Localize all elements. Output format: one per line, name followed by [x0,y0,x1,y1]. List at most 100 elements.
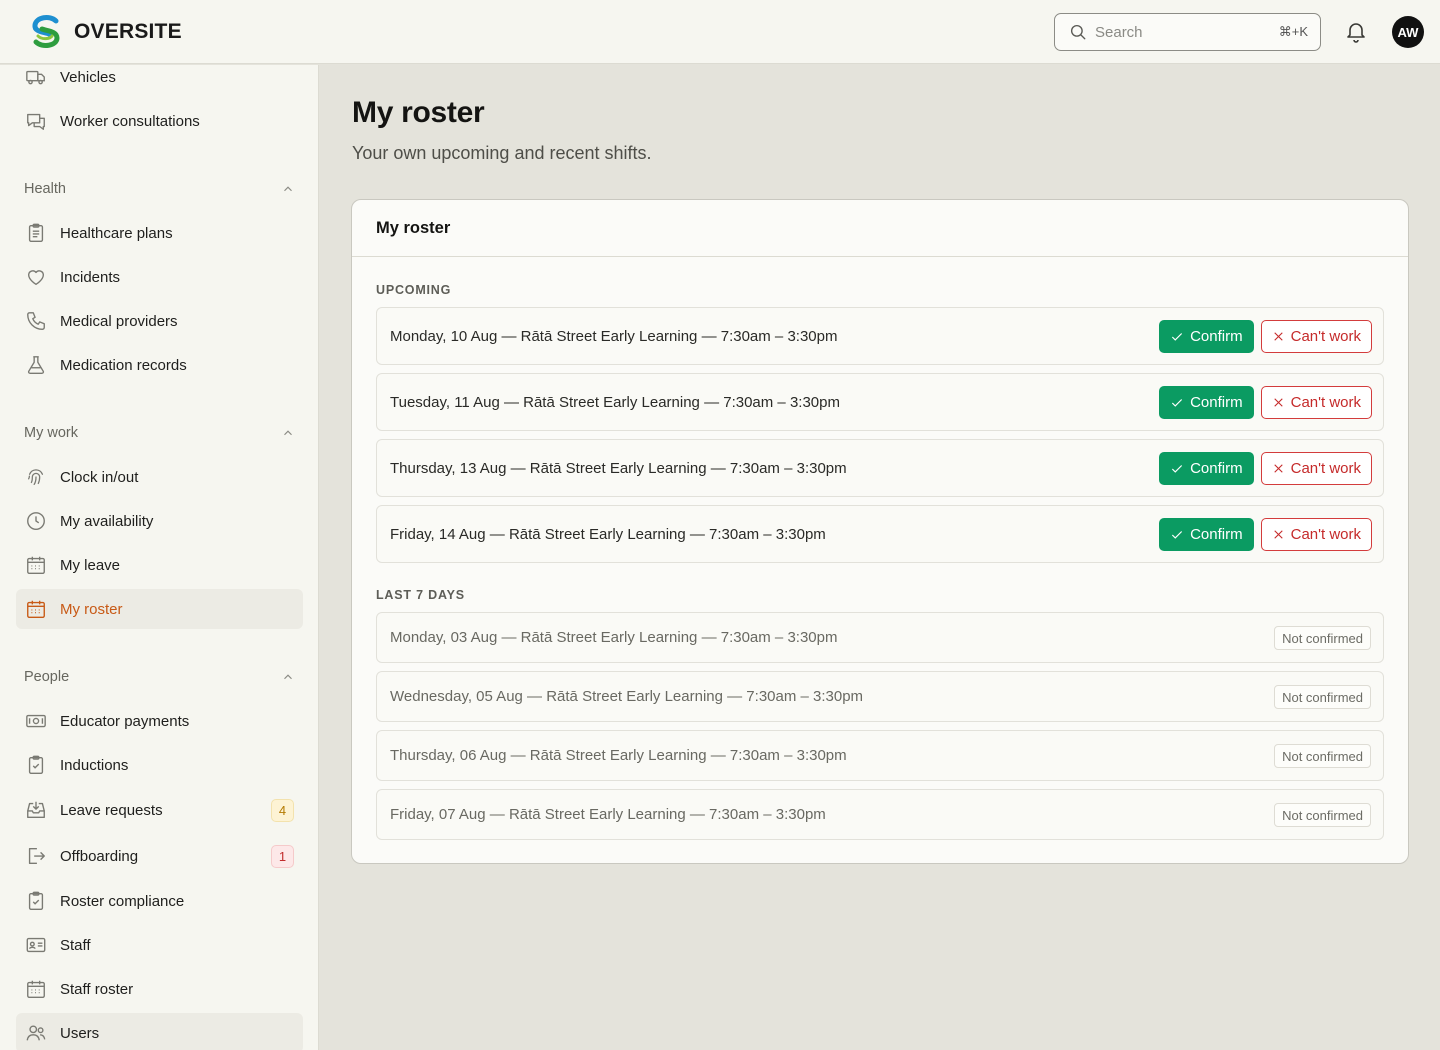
sidebar-item-medical-providers[interactable]: Medical providers [16,301,303,341]
sidebar-item-label: Roster compliance [60,892,185,910]
brand-name: OVERSITE [74,20,182,43]
upcoming-shift-row: Friday, 14 Aug — Rātā Street Early Learn… [376,505,1384,563]
sidebar-item-vehicles[interactable]: Vehicles [16,65,303,97]
sidebar-item-label: Incidents [60,268,121,286]
sidebar-item-label: Staff [60,936,91,954]
sidebar-section-my-work[interactable]: My work [24,421,295,445]
shift-actions: Confirm Can't work [1159,320,1372,353]
confirm-label: Confirm [1190,526,1243,543]
logout-icon [24,844,48,868]
id-card-icon [24,933,48,957]
sidebar-item-roster-compliance[interactable]: Roster compliance [16,881,303,921]
confirm-button[interactable]: Confirm [1159,386,1254,419]
sidebar-item-label: Inductions [60,756,129,774]
past-shift-row: Thursday, 06 Aug — Rātā Street Early Lea… [376,730,1384,781]
sidebar-item-label: Worker consultations [60,112,200,130]
sidebar-section-health[interactable]: Health [24,177,295,201]
chevron-up-icon [284,186,292,192]
sidebar-item-offboarding[interactable]: Offboarding 1 [16,836,303,876]
upcoming-shift-row: Monday, 10 Aug — Rātā Street Early Learn… [376,307,1384,365]
clipboard-check-icon [24,889,48,913]
status-badge: Not confirmed [1274,744,1371,768]
sidebar-item-educator-payments[interactable]: Educator payments [16,701,303,741]
sidebar-item-inductions[interactable]: Inductions [16,745,303,785]
close-icon [1273,464,1283,473]
chevron-up-icon [284,430,292,436]
search-input[interactable] [1095,23,1279,41]
heart-icon [24,265,48,289]
sidebar-section-people[interactable]: People [24,665,295,689]
shift-details: Monday, 10 Aug — Rātā Street Early Learn… [390,327,838,345]
confirm-label: Confirm [1190,394,1243,411]
sidebar-item-users[interactable]: Users [16,1013,303,1050]
confirm-button[interactable]: Confirm [1159,518,1254,551]
past-shift-row: Friday, 07 Aug — Rātā Street Early Learn… [376,789,1384,840]
sidebar-item-worker-consultations[interactable]: Worker consultations [16,101,303,141]
bell-icon[interactable] [1344,20,1368,44]
shift-actions: Confirm Can't work [1159,386,1372,419]
avatar[interactable]: AW [1392,16,1424,48]
cant-work-button[interactable]: Can't work [1260,452,1372,485]
sidebar-item-my-leave[interactable]: My leave [16,545,303,585]
status-badge: Not confirmed [1274,803,1371,827]
status-badge: Not confirmed [1274,685,1371,709]
clipboard-list-icon [24,221,48,245]
last-7-days-label: LAST 7 DAYS [376,588,465,602]
count-badge: 4 [271,799,294,822]
sidebar-item-incidents[interactable]: Incidents [16,257,303,297]
sidebar-item-label: My availability [60,512,154,530]
shift-details: Monday, 03 Aug — Rātā Street Early Learn… [390,629,838,646]
shift-details: Wednesday, 05 Aug — Rātā Street Early Le… [390,688,864,705]
cant-work-label: Can't work [1290,460,1361,477]
upcoming-shift-row: Thursday, 13 Aug — Rātā Street Early Lea… [376,439,1384,497]
calendar-icon [24,553,48,577]
chevron-up-icon [284,674,292,680]
check-icon [1172,398,1183,407]
cant-work-button[interactable]: Can't work [1260,518,1372,551]
top-bar: OVERSITE ⌘+K AW [0,0,1440,64]
brand-logo[interactable]: OVERSITE [28,14,182,50]
section-title: People [24,669,70,685]
cant-work-button[interactable]: Can't work [1260,320,1372,353]
confirm-button[interactable]: Confirm [1159,452,1254,485]
sidebar-item-label: Leave requests [60,801,163,819]
upcoming-shift-row: Tuesday, 11 Aug — Rātā Street Early Lear… [376,373,1384,431]
sidebar-item-label: My roster [60,600,123,618]
sidebar-item-staff-roster[interactable]: Staff roster [16,969,303,1009]
close-icon [1273,332,1283,341]
roster-card: My roster UPCOMING Monday, 10 Aug — Rātā… [351,199,1409,864]
status-badge: Not confirmed [1274,626,1371,650]
cant-work-button[interactable]: Can't work [1260,386,1372,419]
page-title: My roster [352,96,485,129]
truck-icon [24,65,48,89]
shift-actions: Confirm Can't work [1159,452,1372,485]
users-icon [24,1021,48,1045]
phone-icon [24,309,48,333]
sidebar-item-label: Offboarding [60,847,139,865]
sidebar-item-my-availability[interactable]: My availability [16,501,303,541]
sidebar-item-staff[interactable]: Staff [16,925,303,965]
sidebar-item-leave-requests[interactable]: Leave requests 4 [16,790,303,830]
sidebar-item-label: My leave [60,556,121,574]
sidebar-item-label: Staff roster [60,980,134,998]
sidebar-item-healthcare-plans[interactable]: Healthcare plans [16,213,303,253]
cant-work-label: Can't work [1290,328,1361,345]
sidebar: Vehicles Worker consultations Health Hea… [0,65,319,1050]
fingerprint-icon [24,465,48,489]
sidebar-item-label: Medical providers [60,312,178,330]
upcoming-label: UPCOMING [376,283,452,297]
confirm-button[interactable]: Confirm [1159,320,1254,353]
cash-icon [24,709,48,733]
sidebar-item-label: Vehicles [60,68,116,86]
close-icon [1273,530,1283,539]
cant-work-label: Can't work [1290,394,1361,411]
sidebar-item-label: Healthcare plans [60,224,173,242]
sidebar-item-clock-in-out[interactable]: Clock in/out [16,457,303,497]
search-box[interactable]: ⌘+K [1054,13,1321,51]
check-icon [1172,530,1183,539]
section-title: Health [24,181,66,197]
sidebar-item-medication-records[interactable]: Medication records [16,345,303,385]
page-subtitle: Your own upcoming and recent shifts. [352,143,652,163]
sidebar-item-my-roster[interactable]: My roster [16,589,303,629]
check-icon [1172,332,1183,341]
